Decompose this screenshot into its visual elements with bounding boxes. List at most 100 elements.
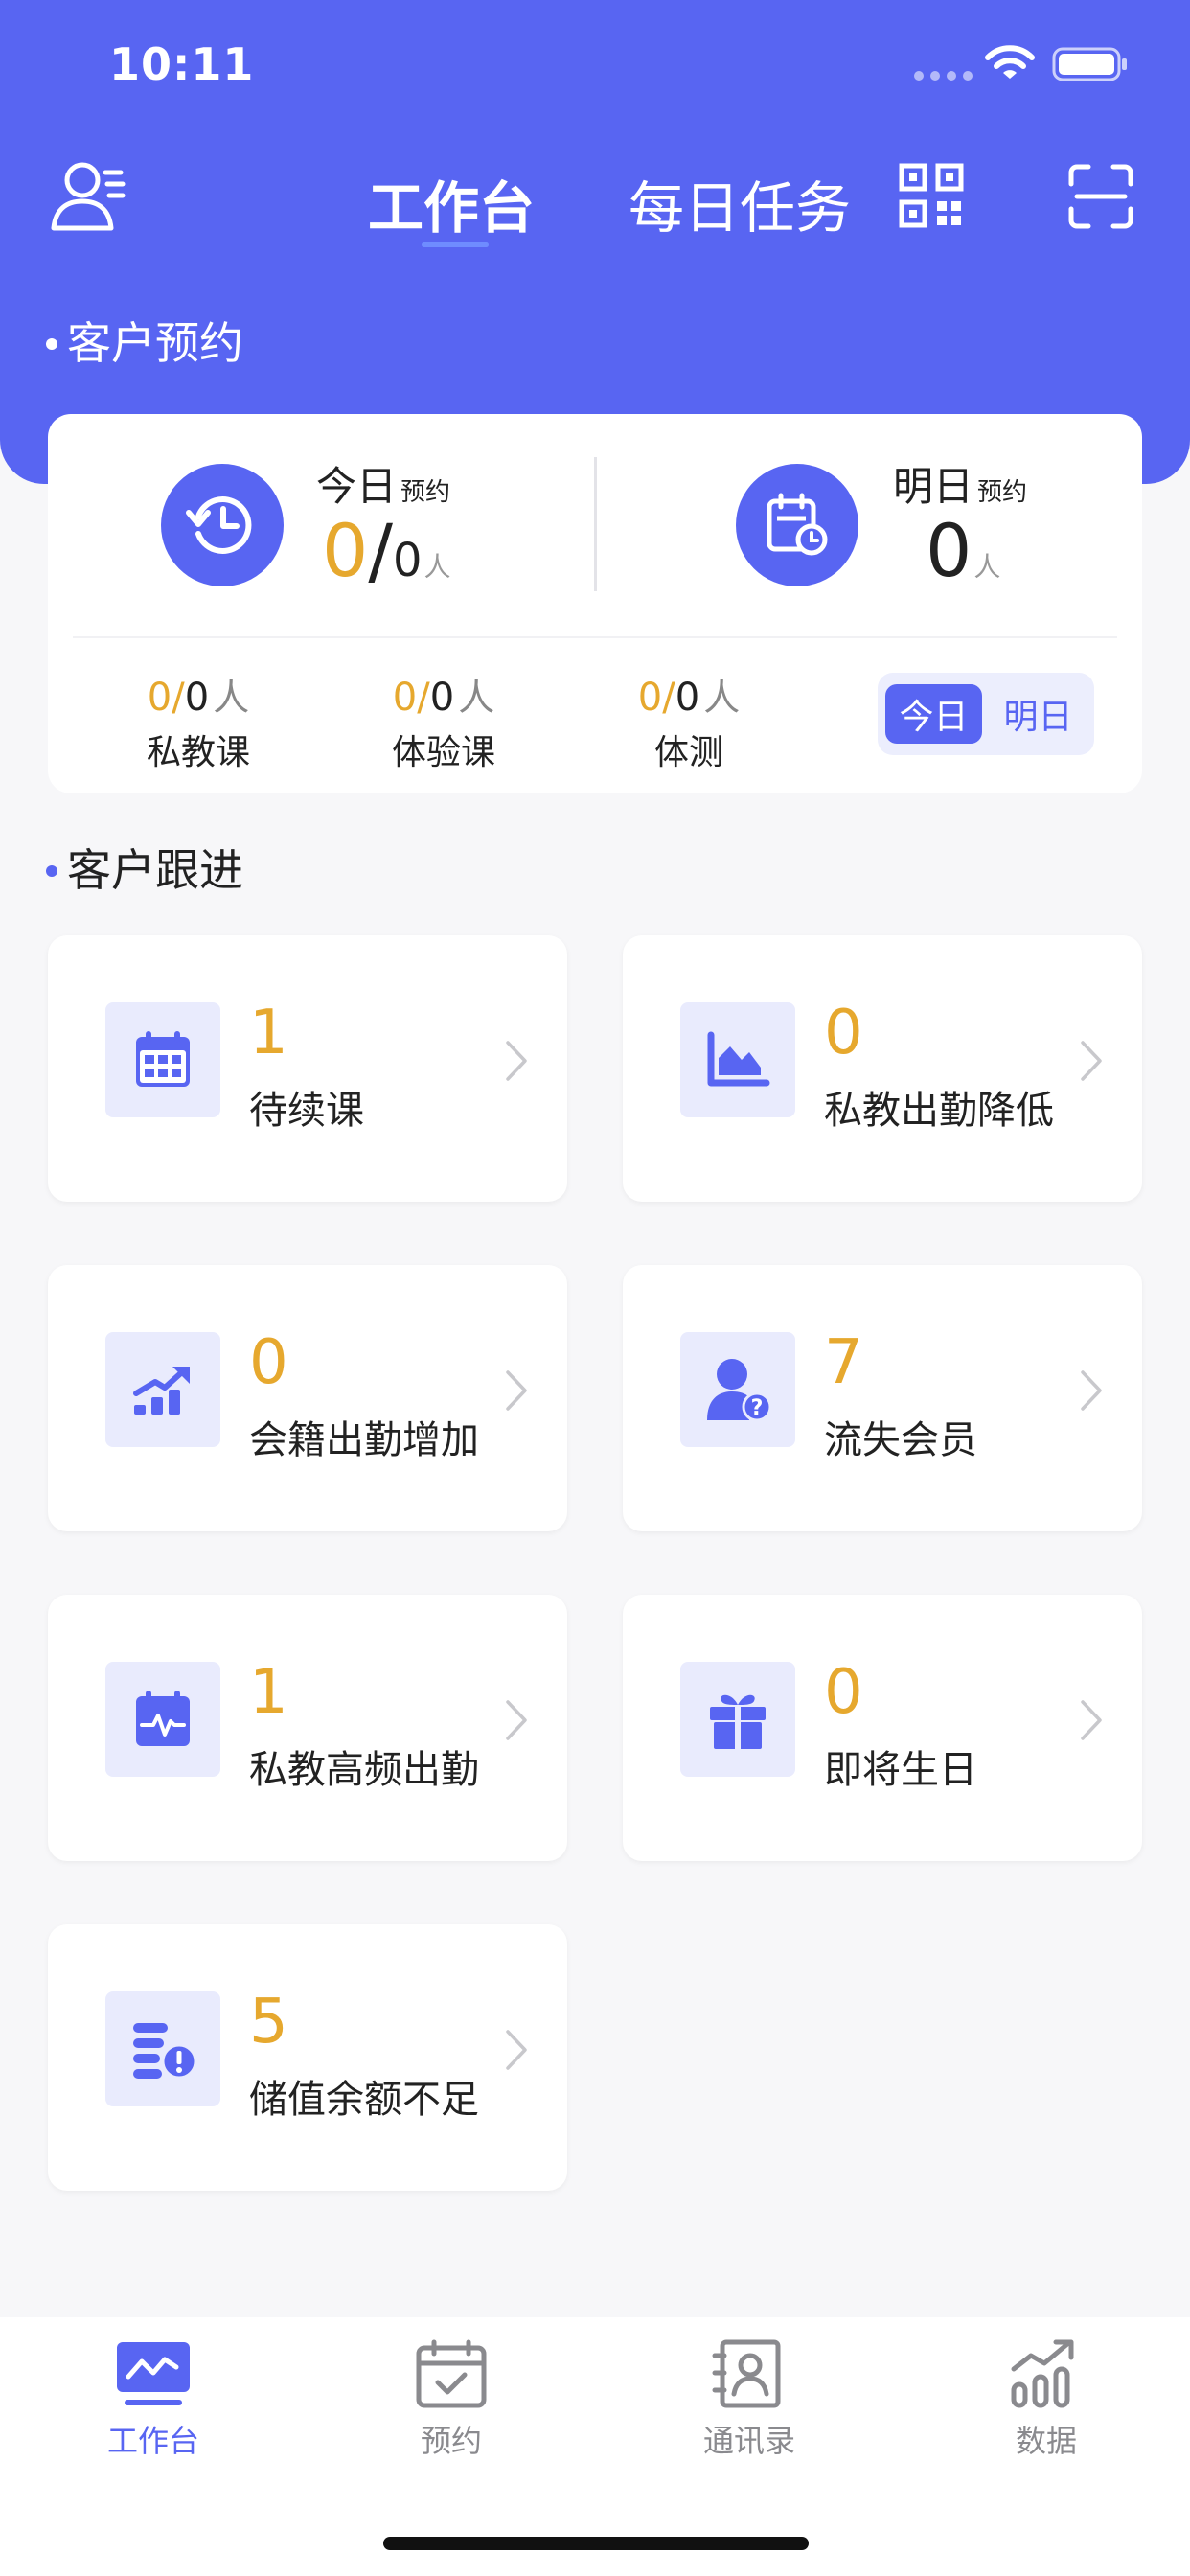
stat-label: 体测: [653, 733, 723, 772]
qr-code-icon[interactable]: [899, 163, 964, 228]
chevron-right-icon: [1081, 1700, 1102, 1740]
section-title-appointments: 客户预约: [46, 309, 243, 372]
card-label: 即将生日: [824, 1748, 977, 1792]
card-label: 会籍出勤增加: [249, 1418, 479, 1462]
nav-data[interactable]: 数据: [950, 2338, 1142, 2461]
nav-label: 预约: [420, 2423, 482, 2459]
icon-box: [105, 1332, 220, 1447]
low-balance-icon: [133, 2023, 196, 2080]
card-count: 5: [249, 1987, 288, 2058]
card-pt-attendance-down[interactable]: 0 私教出勤降低: [623, 935, 1142, 1202]
status-time: 10:11: [109, 38, 255, 90]
card-count: 1: [249, 1657, 288, 1728]
wifi-icon: [985, 45, 1035, 79]
nav-label: 数据: [1015, 2423, 1077, 2459]
card-pt-high-frequency[interactable]: 1 私教高频出勤: [48, 1595, 567, 1861]
card-label: 储值余额不足: [249, 2078, 479, 2122]
scan-icon[interactable]: [1067, 163, 1134, 230]
top-navigation: 工作台 每日任务: [0, 144, 1190, 259]
section-dot: [46, 337, 57, 350]
today-appointment-icon: [161, 464, 284, 586]
nav-workbench[interactable]: 工作台: [57, 2338, 249, 2461]
nav-label: 通讯录: [702, 2423, 795, 2459]
calendar-icon: [136, 1031, 190, 1087]
stat-done: 0: [392, 676, 418, 720]
section-dot: [46, 864, 57, 877]
svg-text:?: ?: [751, 1396, 764, 1420]
contacts-icon: [712, 2339, 781, 2408]
icon-box: [105, 1662, 220, 1777]
chevron-right-icon: [506, 1700, 527, 1740]
card-count: 0: [824, 998, 863, 1069]
card-upcoming-birthday[interactable]: 0 即将生日: [623, 1595, 1142, 1861]
tab-workbench[interactable]: 工作台: [368, 163, 535, 243]
today-unit: 人: [423, 551, 451, 583]
tab-active-indicator: [422, 242, 489, 247]
chevron-right-icon: [1081, 1370, 1102, 1411]
tab-daily-tasks[interactable]: 每日任务: [629, 163, 851, 243]
card-label: 流失会员: [824, 1418, 977, 1462]
stat-private-lesson: 0/0 人 私教课: [126, 668, 270, 774]
card-pending-renewal[interactable]: 1 待续课: [48, 935, 567, 1202]
tomorrow-label: 明日 预约: [893, 454, 1027, 513]
card-membership-attendance-up[interactable]: 0 会籍出勤增加: [48, 1265, 567, 1531]
today-label-sub: 预约: [400, 478, 451, 507]
stat-total: 0: [184, 676, 210, 720]
section-title-followup: 客户跟进: [46, 836, 243, 899]
stat-label: 私教课: [146, 733, 250, 772]
chevron-right-icon: [506, 1370, 527, 1411]
chevron-right-icon: [506, 2030, 527, 2070]
chevron-right-icon: [506, 1041, 527, 1081]
home-indicator[interactable]: [383, 2537, 809, 2550]
stat-sep: /: [417, 676, 430, 720]
stat-body-test: 0/0 人 体测: [617, 668, 761, 774]
trend-down-icon: [707, 1031, 770, 1087]
stat-unit: 人: [703, 677, 741, 719]
appointment-card: 今日 预约 0/0人 明日 预约 0人 0/0 人 私教课 0/0 人 体验课 0/0 人…: [48, 414, 1142, 794]
nav-appointment[interactable]: 预约: [355, 2338, 547, 2461]
chart-icon: [1011, 2339, 1074, 2408]
stat-total: 0: [675, 676, 700, 720]
icon-box: [105, 1002, 220, 1117]
stat-value: 0/0 人: [617, 668, 761, 721]
toggle-tomorrow-button[interactable]: 明日: [990, 684, 1087, 744]
card-low-balance[interactable]: 5 储值余额不足: [48, 1924, 567, 2191]
stat-unit: 人: [213, 677, 250, 719]
stat-trial-lesson: 0/0 人 体验课: [372, 668, 515, 774]
card-count: 7: [824, 1327, 863, 1398]
icon-box: [680, 1002, 795, 1117]
nav-contacts[interactable]: 通讯录: [653, 2338, 845, 2461]
lost-member-icon: ?: [707, 1359, 772, 1422]
card-lost-members[interactable]: ? 7 流失会员: [623, 1265, 1142, 1531]
stat-label: 体验课: [391, 733, 495, 772]
chevron-right-icon: [1081, 1041, 1102, 1081]
tomorrow-label-sub: 预约: [977, 478, 1028, 507]
dashboard-icon: [117, 2342, 190, 2405]
today-label-text: 今日: [316, 463, 398, 510]
nav-label: 工作台: [106, 2423, 199, 2459]
battery-icon: [1052, 47, 1127, 81]
icon-box: [105, 1991, 220, 2106]
stat-value: 0/0 人: [372, 668, 515, 721]
today-total: 0: [392, 534, 423, 587]
tomorrow-count: 0人: [926, 508, 1000, 593]
history-clock-icon: [186, 496, 252, 554]
trend-up-icon: [133, 1367, 190, 1414]
stat-done: 0: [147, 676, 172, 720]
stat-sep: /: [172, 676, 185, 720]
stat-unit: 人: [458, 677, 495, 719]
section-title-text: 客户跟进: [67, 844, 243, 896]
stat-done: 0: [637, 676, 663, 720]
icon-box: ?: [680, 1332, 795, 1447]
user-list-icon[interactable]: [50, 159, 130, 234]
card-label: 待续课: [249, 1089, 364, 1133]
tomorrow-label-text: 明日: [893, 463, 974, 510]
toggle-today-button[interactable]: 今日: [885, 684, 982, 744]
icon-box: [680, 1662, 795, 1777]
card-count: 1: [249, 998, 288, 1069]
stat-value: 0/0 人: [126, 668, 270, 721]
gift-icon: [710, 1694, 766, 1749]
day-toggle: 今日 明日: [878, 673, 1094, 755]
card-hdivider: [73, 636, 1117, 638]
today-done: 0: [322, 508, 369, 593]
